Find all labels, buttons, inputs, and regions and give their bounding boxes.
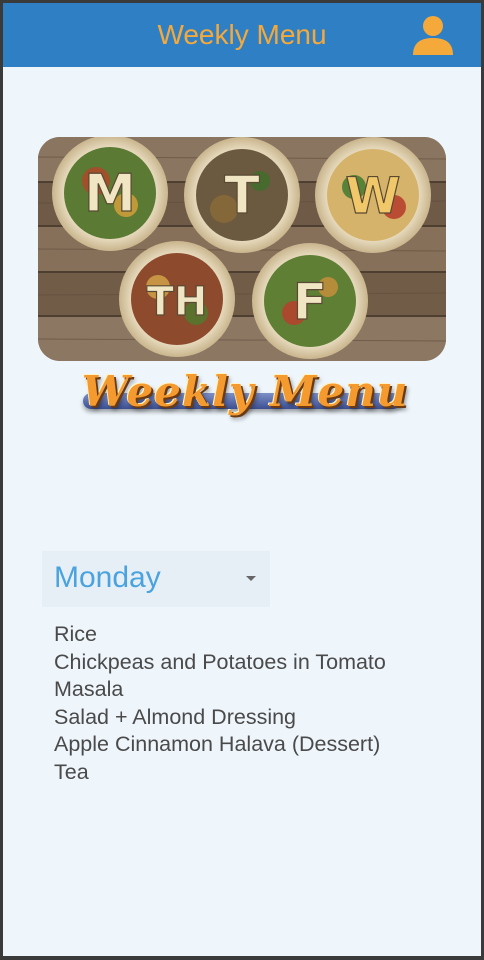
banner-letter: T — [224, 166, 260, 226]
user-icon[interactable] — [411, 13, 455, 57]
selected-day: Monday — [54, 561, 161, 594]
app-bar: Weekly Menu — [3, 3, 481, 67]
list-item: Tea — [54, 759, 89, 784]
app-screen: Weekly Menu M T W TH F Weekly Menu Monda… — [0, 0, 484, 960]
list-item: Chickpeas and Potatoes in Tomato — [54, 649, 386, 674]
caret-down-icon — [246, 576, 256, 581]
page-title: Weekly Menu — [157, 19, 327, 50]
banner-letter: M — [84, 164, 136, 224]
logo-text: Weekly Menu — [81, 367, 409, 416]
list-item: Apple Cinnamon Halava (Dessert) — [54, 732, 381, 756]
weekly-menu-logo: Weekly Menu — [77, 367, 413, 427]
list-item: Rice — [54, 622, 98, 646]
list-item: Salad + Almond Dressing — [54, 704, 297, 729]
banner-letter: TH — [147, 279, 208, 325]
banner-letter: F — [293, 273, 327, 331]
list-item: Masala — [54, 677, 124, 701]
menu-list: Rice Chickpeas and Potatoes in Tomato Ma… — [54, 621, 434, 786]
day-selector[interactable]: Monday — [42, 551, 270, 607]
banner-letter: W — [345, 167, 400, 225]
menu-banner-image: M T W TH F — [38, 137, 446, 361]
